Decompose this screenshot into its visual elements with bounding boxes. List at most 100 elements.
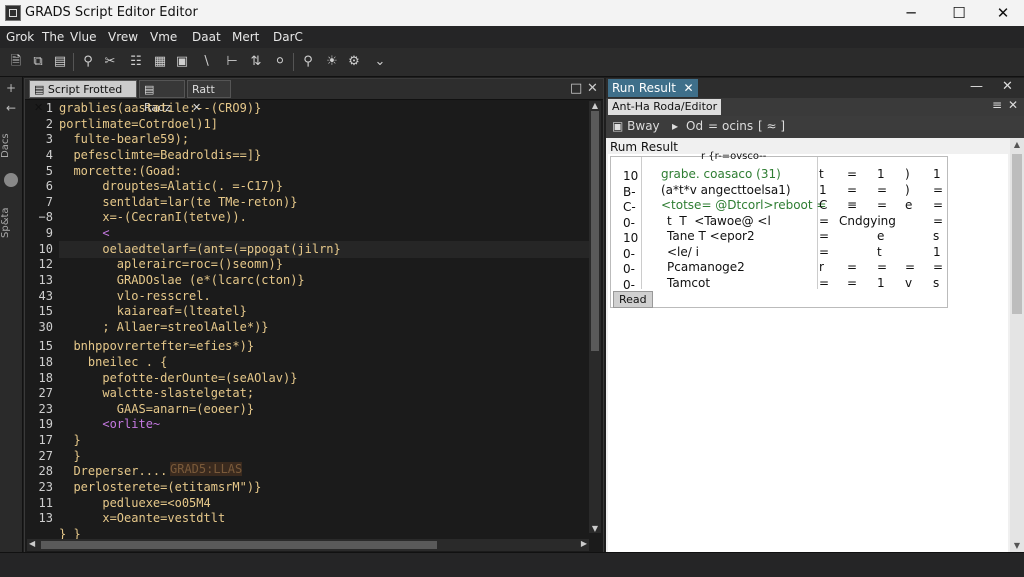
result-header: Run Result ✕ — ✕ <box>606 78 1024 98</box>
record-icon[interactable] <box>4 173 18 187</box>
grid-index-cell: C- <box>623 200 636 214</box>
crop-icon[interactable]: ▣ <box>172 52 192 72</box>
line-number: 13 <box>38 511 53 526</box>
line-number: 11 <box>38 495 53 510</box>
menu-item[interactable]: Vme <box>150 30 177 44</box>
editor-vertical-scrollbar[interactable]: ▲ ▼ <box>589 101 601 533</box>
grid-value-cell: = <box>847 260 858 274</box>
menu-icon[interactable]: ≡ <box>992 98 1002 112</box>
code-line: x=Oeante=vestdtlt <box>59 511 226 526</box>
code-line: pefesclimte=Beadroldis==]} <box>59 147 262 162</box>
grid-value-cell: e <box>877 229 885 243</box>
dropdown-icon[interactable]: ⌄ <box>370 52 390 72</box>
code-area[interactable]: grablies(aastatile:--(CRO9)} portlimate=C… <box>59 101 589 541</box>
od-button[interactable]: Od <box>686 119 703 133</box>
tab-close-icon[interactable]: ✕ <box>684 81 694 95</box>
tab-ratt[interactable]: Ratt ✕ <box>187 80 231 114</box>
copy-icon[interactable]: ⧉ <box>28 52 48 72</box>
scroll-down-icon[interactable]: ▼ <box>1010 541 1024 550</box>
grid-index-cell: 0- <box>623 277 635 292</box>
minimize-button[interactable]: ─ <box>896 2 926 24</box>
zoom-icon[interactable]: ⚲ <box>298 52 318 72</box>
scroll-left-icon[interactable]: ◀ <box>29 539 35 548</box>
play-icon[interactable]: ▸ <box>672 119 678 133</box>
save-icon[interactable]: ▤ <box>50 52 70 72</box>
editor-horizontal-scrollbar[interactable]: ◀ ▶ <box>27 539 589 551</box>
menu-item[interactable]: Vlue <box>70 30 97 44</box>
activity-bar: + ← Dacs Sp&ta <box>0 77 23 552</box>
new-file-icon[interactable]: 🗎 <box>6 52 26 72</box>
bracket-button[interactable]: [ ≈ ] <box>758 119 785 133</box>
settings-icon[interactable]: ⚙ <box>344 52 364 72</box>
code-line: grablies(aastatile:--(CRO9)} <box>59 101 262 115</box>
scroll-thumb[interactable] <box>591 111 599 351</box>
tab-radz[interactable]: ▤ Radz <box>139 80 185 114</box>
code-line: vlo-resscrel. <box>59 288 211 303</box>
tab-script[interactable]: ▤ Script Frotted ✕ <box>29 80 137 114</box>
grid-index-cell: 0- <box>623 215 635 230</box>
tool-icon[interactable]: ∖ <box>196 52 216 72</box>
grid-value-cell: = <box>933 260 944 274</box>
app-icon <box>5 5 21 21</box>
scroll-right-icon[interactable]: ▶ <box>581 539 587 548</box>
cut-icon[interactable]: ✂ <box>100 52 120 72</box>
equals-button[interactable]: = <box>708 119 718 133</box>
code-line: pefotte-derOunte=(seAOlav)} <box>59 370 298 385</box>
close-panel-icon[interactable]: ✕ <box>1002 79 1013 94</box>
paste-icon[interactable]: ☷ <box>126 52 146 72</box>
close-button[interactable]: ✕ <box>988 2 1018 24</box>
grid-value-cell: t <box>877 244 882 259</box>
grid-value-cell: r <box>819 260 824 274</box>
grid-icon[interactable]: ▦ <box>150 52 170 72</box>
code-line: <orlite~ <box>59 417 161 432</box>
back-arrow-icon[interactable]: ← <box>3 101 19 115</box>
tab-run-result[interactable]: Run Result ✕ <box>608 79 698 97</box>
code-line: sentldat=lar(te TMe-reton)} <box>59 194 298 209</box>
read-button[interactable]: Read <box>613 291 653 308</box>
result-vertical-scrollbar[interactable]: ▲ ▼ <box>1010 138 1024 552</box>
restore-icon[interactable]: □ <box>570 81 582 96</box>
minimize-panel-icon[interactable]: — <box>970 79 983 94</box>
grid-value-cell: = <box>877 198 888 212</box>
display-button[interactable]: ▣ Bway <box>612 119 660 133</box>
code-line: bnhppovrertefter=efies*)} <box>59 339 255 354</box>
scroll-down-icon[interactable]: ▼ <box>589 524 601 533</box>
code-line: walctte-slastelgetat; <box>59 386 255 401</box>
grid-content-cell: t T <Tawoe@ <l <box>667 213 771 228</box>
location-icon[interactable]: ⇅ <box>246 52 266 72</box>
grid-value-cell: Cndgying <box>839 213 896 228</box>
scroll-thumb[interactable] <box>41 541 437 549</box>
add-icon[interactable]: + <box>3 81 19 95</box>
menu-item[interactable]: Daat <box>192 30 221 44</box>
menu-item[interactable]: DarC <box>273 30 303 44</box>
menu-item[interactable]: The <box>42 30 64 44</box>
grid-value-cell: ) <box>905 182 910 197</box>
pin-icon[interactable]: ⊢ <box>222 52 242 72</box>
line-number: 27 <box>38 386 53 401</box>
options-button[interactable]: ocins <box>722 119 753 133</box>
scroll-thumb[interactable] <box>1012 154 1022 314</box>
scroll-up-icon[interactable]: ▲ <box>589 101 601 110</box>
docs-label[interactable]: Dacs <box>0 123 22 169</box>
scroll-up-icon[interactable]: ▲ <box>1010 140 1024 149</box>
menu-item[interactable]: Mert <box>232 30 259 44</box>
close-icon[interactable]: ✕ <box>1008 98 1018 112</box>
menu-item[interactable]: Vrew <box>108 30 138 44</box>
tab-label: Run Result <box>612 81 676 95</box>
code-line: GRADOslae (e*(lcarc(cton)} <box>59 273 305 288</box>
search-icon[interactable]: ⚲ <box>78 52 98 72</box>
maximize-button[interactable]: ☐ <box>944 2 974 24</box>
grid-content-cell: Tamcot <box>667 275 711 290</box>
menu-item[interactable]: Grok <box>6 30 34 44</box>
menu-bar: Grok The Vlue Vrew Vme Daat Mert DarC <box>0 26 1024 49</box>
toolbar-separator <box>293 53 294 71</box>
result-grid: Read 10 B- C- 0- 10 0- 0- 0- r {r-=ovsco-- grabe.… <box>610 151 948 308</box>
grid-index-cell: 0- <box>623 246 635 261</box>
magnifier-icon[interactable]: ⚪ <box>270 52 290 72</box>
scripts-label[interactable]: Sp&ta <box>0 193 22 253</box>
code-line: < <box>59 226 110 241</box>
tab-editor[interactable]: Ant-Ha Roda/Editor <box>608 99 722 115</box>
code-line: x=-(CecranI(tetve)). <box>59 210 247 225</box>
close-panel-icon[interactable]: ✕ <box>587 81 598 96</box>
bug-icon[interactable]: ☀ <box>322 52 342 72</box>
